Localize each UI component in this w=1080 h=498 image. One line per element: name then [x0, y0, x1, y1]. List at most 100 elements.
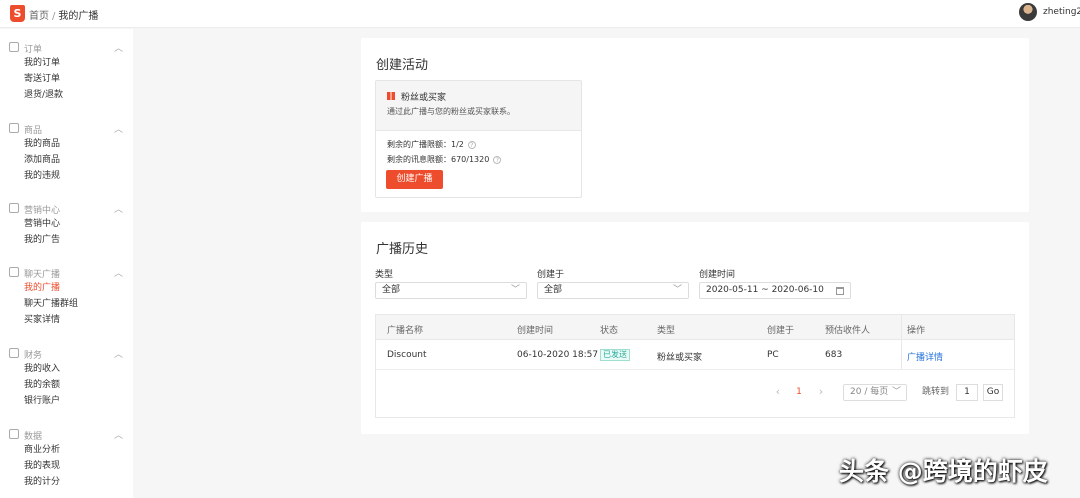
- broadcast-type-description: 通过此广播与您的粉丝或买家联系。: [387, 107, 515, 116]
- breadcrumb: 首页 / 我的广播: [29, 7, 98, 22]
- sidebar: 订单 ︿ 我的订单 寄送订单 退货/退款 商品 ︿ 我的商品 添加商品 我的违规…: [0, 29, 133, 498]
- sidebar-group-title: 营销中心: [24, 206, 61, 216]
- column-header-status: 状态: [600, 326, 619, 336]
- created-by-filter-select[interactable]: 全部 ﹀: [537, 282, 689, 299]
- broadcast-type-card[interactable]: 粉丝或买家 通过此广播与您的粉丝或买家联系。 剩余的广播限额：1/2? 剩余的讯…: [375, 80, 582, 198]
- status-badge: 已发送: [600, 349, 630, 361]
- sidebar-group-header[interactable]: 营销中心 ︿: [0, 201, 133, 216]
- sidebar-group-title: 聊天广播: [24, 270, 61, 280]
- calendar-icon: [836, 287, 844, 295]
- sidebar-item-add-product[interactable]: 添加商品: [0, 152, 133, 168]
- row-created-by: PC: [767, 350, 779, 360]
- sidebar-item-my-score[interactable]: 我的计分: [0, 474, 133, 490]
- date-range-value: 2020-05-11 ~ 2020-06-10: [706, 285, 824, 295]
- sidebar-item-my-products[interactable]: 我的商品: [0, 136, 133, 152]
- action-column-divider: [901, 315, 1014, 370]
- sidebar-item-income[interactable]: 我的收入: [0, 361, 133, 377]
- sidebar-group-title: 数据: [24, 432, 43, 442]
- order-icon: [9, 42, 19, 52]
- column-header-created-time: 创建时间: [517, 326, 554, 336]
- sidebar-group-products: 商品 ︿ 我的商品 添加商品 我的违规: [0, 121, 133, 184]
- help-icon[interactable]: ?: [467, 140, 476, 149]
- broadcast-type-header: 粉丝或买家 通过此广播与您的粉丝或买家联系。: [376, 81, 581, 131]
- broadcast-quota: 剩余的广播限额：1/2?: [387, 139, 476, 150]
- chevron-up-icon[interactable]: ︿: [114, 266, 123, 279]
- sidebar-item-buyer-details[interactable]: 买家详情: [0, 312, 133, 328]
- jump-to-label: 跳转到: [922, 387, 950, 397]
- sidebar-item-broadcast-groups[interactable]: 聊天广播群组: [0, 296, 133, 312]
- sidebar-item-business-insights[interactable]: 商业分析: [0, 442, 133, 458]
- sidebar-item-my-ads[interactable]: 我的广告: [0, 232, 133, 248]
- chevron-up-icon[interactable]: ︿: [114, 428, 123, 441]
- jump-to-page-input[interactable]: 1: [956, 384, 978, 401]
- go-button[interactable]: Go: [983, 384, 1003, 401]
- row-recipients: 683: [825, 350, 843, 360]
- type-filter-select[interactable]: 全部 ﹀: [375, 282, 527, 299]
- created-by-filter-label: 创建于: [537, 270, 565, 280]
- chevron-down-icon: ﹀: [672, 285, 682, 295]
- date-range-picker[interactable]: 2020-05-11 ~ 2020-06-10: [699, 282, 851, 299]
- tag-icon: [9, 203, 19, 213]
- next-page-button[interactable]: ›: [814, 384, 828, 400]
- sidebar-item-marketing-center[interactable]: 营销中心: [0, 216, 133, 232]
- shopee-logo-icon[interactable]: S: [10, 5, 25, 22]
- sidebar-group-marketing: 营销中心 ︿ 营销中心 我的广告: [0, 201, 133, 248]
- message-quota: 剩余的讯息限额：670/1320?: [387, 154, 502, 165]
- help-icon[interactable]: ?: [493, 155, 502, 164]
- avatar[interactable]: [1019, 3, 1037, 21]
- sidebar-group-header[interactable]: 财务 ︿: [0, 346, 133, 361]
- sidebar-group-chat-broadcast: 聊天广播 ︿ 我的广播 聊天广播群组 买家详情: [0, 265, 133, 328]
- column-header-created-by: 创建于: [767, 326, 795, 336]
- sidebar-group-header[interactable]: 商品 ︿: [0, 121, 133, 136]
- sidebar-item-bank-account[interactable]: 银行账户: [0, 393, 133, 409]
- sidebar-group-title: 订单: [24, 45, 43, 55]
- row-type: 粉丝或买家: [657, 353, 703, 363]
- sidebar-group-header[interactable]: 数据 ︿: [0, 427, 133, 442]
- create-campaign-title: 创建活动: [376, 58, 429, 73]
- sidebar-item-my-orders[interactable]: 我的订单: [0, 55, 133, 71]
- type-filter-label: 类型: [375, 270, 394, 280]
- breadcrumb-current: 我的广播: [58, 11, 99, 22]
- sidebar-item-balance[interactable]: 我的余额: [0, 377, 133, 393]
- broadcast-history-card: 广播历史 类型 全部 ﹀ 创建于 全部 ﹀ 创建时间 2020-05-11 ~ …: [361, 222, 1029, 434]
- chat-icon: [9, 267, 19, 277]
- type-filter-value: 全部: [382, 285, 401, 295]
- page-number-current[interactable]: 1: [792, 384, 806, 400]
- top-bar: S 首页/我的广播 zheting20: [0, 0, 1080, 28]
- breadcrumb-home-link[interactable]: 首页: [29, 11, 49, 22]
- watermark-text: 头条 @跨境的虾皮: [839, 457, 1048, 486]
- chevron-up-icon[interactable]: ︿: [114, 122, 123, 135]
- product-icon: [9, 123, 19, 133]
- page-size-select[interactable]: 20 / 每页 ﹀: [843, 384, 907, 401]
- column-header-name: 广播名称: [387, 326, 424, 336]
- sidebar-item-my-broadcast[interactable]: 我的广播: [0, 280, 133, 296]
- message-quota-text: 剩余的讯息限额：670/1320: [387, 155, 490, 164]
- sidebar-group-header[interactable]: 聊天广播 ︿: [0, 265, 133, 280]
- column-header-recipients: 预估收件人: [825, 326, 871, 336]
- chart-icon: [9, 429, 19, 439]
- sidebar-group-data: 数据 ︿ 商业分析 我的表现 我的计分: [0, 427, 133, 490]
- broadcast-history-table: 广播名称 创建时间 状态 类型 创建于 预估收件人 操作 Discount 06…: [375, 314, 1015, 418]
- chevron-up-icon[interactable]: ︿: [114, 202, 123, 215]
- sidebar-group-title: 商品: [24, 126, 43, 136]
- column-header-type: 类型: [657, 326, 676, 336]
- sidebar-item-my-performance[interactable]: 我的表现: [0, 458, 133, 474]
- chevron-up-icon[interactable]: ︿: [114, 347, 123, 360]
- page-size-value: 20 / 每页: [850, 387, 889, 397]
- chevron-up-icon[interactable]: ︿: [114, 41, 123, 54]
- broadcast-history-title: 广播历史: [376, 242, 429, 257]
- broadcast-quota-text: 剩余的广播限额：1/2: [387, 140, 464, 149]
- finance-icon: [9, 348, 19, 358]
- username[interactable]: zheting20: [1043, 7, 1080, 17]
- sidebar-group-header[interactable]: 订单 ︿: [0, 40, 133, 55]
- create-campaign-card: 创建活动 粉丝或买家 通过此广播与您的粉丝或买家联系。 剩余的广播限额：1/2?…: [361, 38, 1029, 212]
- sidebar-item-shipping-orders[interactable]: 寄送订单: [0, 71, 133, 87]
- sidebar-item-violations[interactable]: 我的违规: [0, 168, 133, 184]
- sidebar-group-orders: 订单 ︿ 我的订单 寄送订单 退货/退款: [0, 40, 133, 103]
- row-created-time: 06-10-2020 18:57: [517, 350, 599, 360]
- chevron-down-icon: ﹀: [510, 285, 520, 295]
- sidebar-item-returns[interactable]: 退货/退款: [0, 87, 133, 103]
- breadcrumb-separator: /: [52, 11, 56, 22]
- create-broadcast-button[interactable]: 创建广播: [386, 170, 443, 189]
- prev-page-button[interactable]: ‹: [771, 384, 785, 400]
